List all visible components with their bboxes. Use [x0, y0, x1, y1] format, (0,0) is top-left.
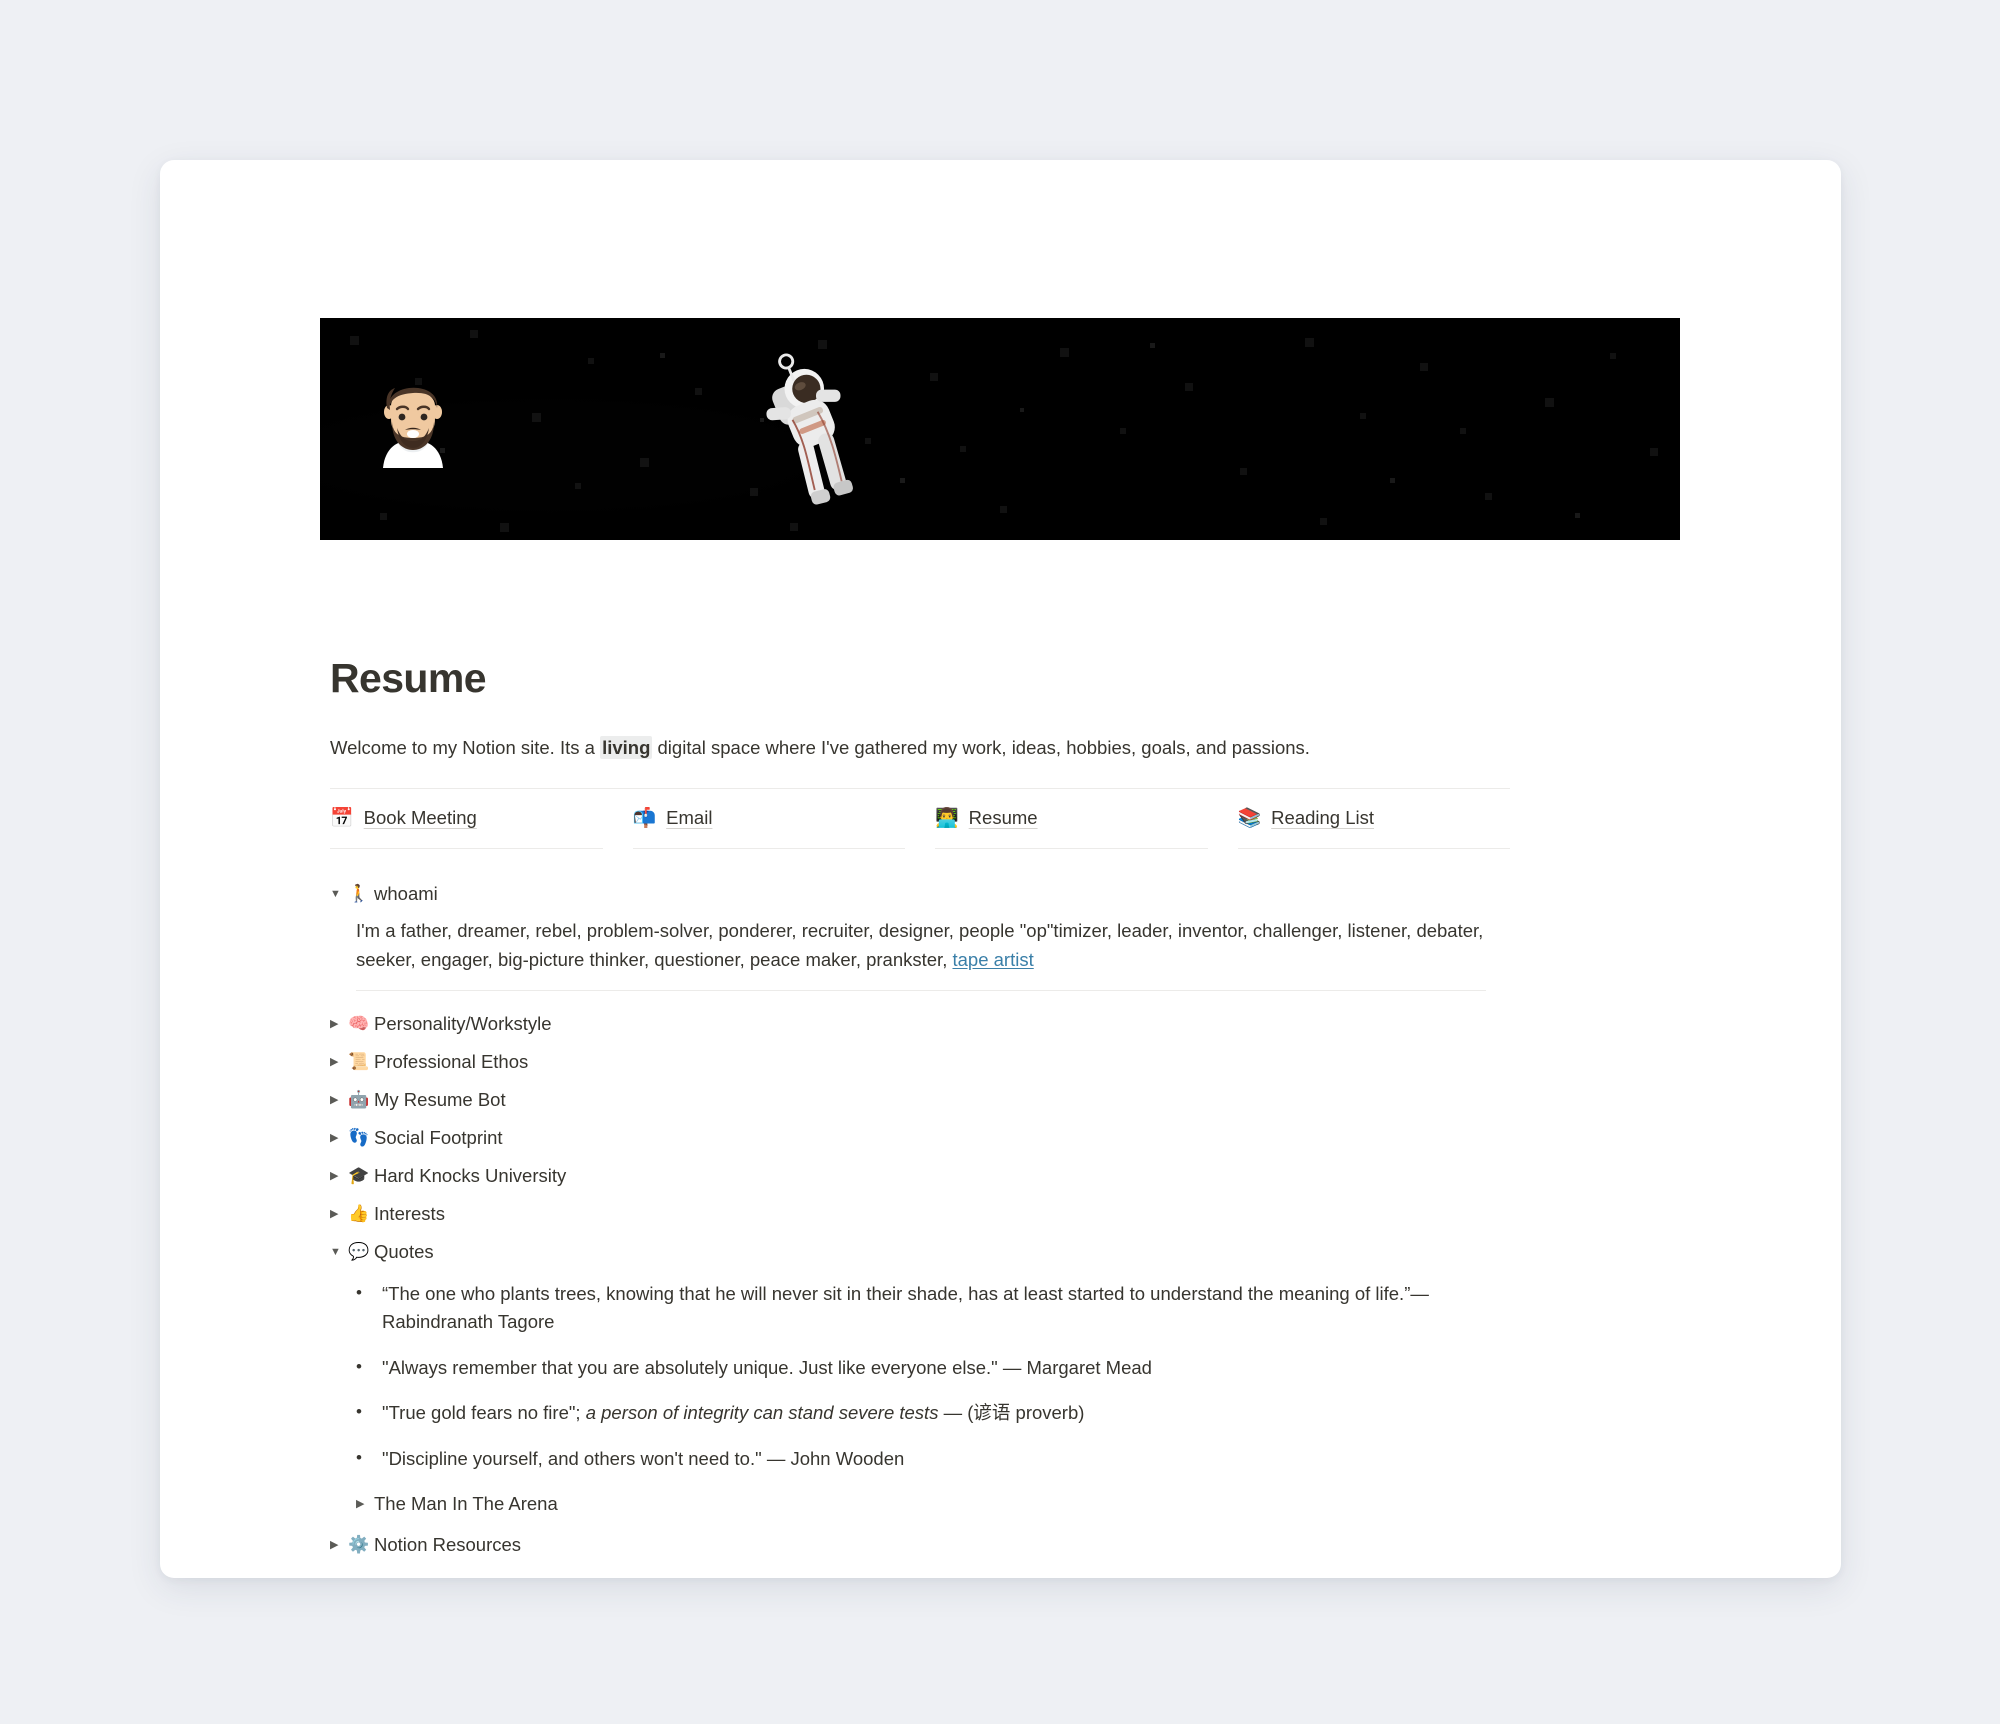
toggle-label: whoami — [374, 882, 438, 904]
page-title: Resume — [330, 655, 487, 701]
toggle-personality-workstyle[interactable]: ▶ 🧠 Personality/Workstyle — [330, 1005, 1510, 1043]
brain-icon: 🧠 — [348, 1014, 370, 1034]
walking-person-icon: 🚶 — [348, 883, 370, 903]
starfield-icon — [320, 318, 1680, 540]
mailbox-icon: 📬 — [632, 807, 657, 829]
toggle-hard-knocks-university[interactable]: ▶ 🎓 Hard Knocks University — [330, 1157, 1510, 1195]
page-cover-banner — [320, 318, 1680, 540]
books-icon: 📚 — [1237, 807, 1262, 829]
list-item: • "Discipline yourself, and others won't… — [356, 1436, 1510, 1482]
toggle-notion-resources[interactable]: ▶ ⚙️ Notion Resources — [330, 1526, 1510, 1564]
notion-page-card: Resume Welcome to my Notion site. Its a … — [160, 160, 1841, 1578]
toggle-label: Professional Ethos — [374, 1051, 529, 1073]
link-reading-list[interactable]: 📚 Reading List — [1238, 807, 1375, 829]
quick-link-col-resume: 👨‍💻 Resume — [935, 789, 1208, 849]
toggle-whoami[interactable]: ▼ 🚶 whoami — [330, 875, 1510, 913]
chevron-right-icon[interactable]: ▶ — [330, 1048, 348, 1076]
chevron-right-icon[interactable]: ▶ — [330, 1086, 348, 1114]
quote-text: "Discipline yourself, and others won't n… — [382, 1448, 905, 1470]
toggle-interests[interactable]: ▶ 👍 Interests — [330, 1195, 1510, 1233]
bullet-icon: • — [356, 1356, 362, 1376]
gear-icon: ⚙️ — [348, 1534, 370, 1554]
scroll-icon: 📜 — [348, 1052, 370, 1072]
toggle-the-man-in-the-arena[interactable]: ▶ The Man In The Arena — [356, 1482, 1510, 1526]
quote-text: “The one who plants trees, knowing that … — [382, 1283, 1429, 1332]
bullet-icon: • — [356, 1283, 362, 1303]
bullet-icon: • — [356, 1402, 362, 1422]
avatar-illustration-icon — [383, 387, 443, 468]
toggle-label: Quotes — [374, 1241, 434, 1263]
robot-icon: 🤖 — [348, 1090, 370, 1110]
intro-text-after: digital space where I've gathered my wor… — [652, 737, 1310, 759]
link-label: Book Meeting — [363, 807, 477, 829]
quotes-children: • “The one who plants trees, knowing tha… — [356, 1271, 1510, 1526]
chevron-right-icon[interactable]: ▶ — [330, 1162, 348, 1190]
list-item: • "Always remember that you are absolute… — [356, 1345, 1510, 1391]
quote-part-1: "True gold fears no fire"; — [382, 1402, 586, 1424]
toggle-list: ▼ 🚶 whoami I'm a father, dreamer, rebel,… — [330, 875, 1510, 1578]
technologist-icon: 👨‍💻 — [935, 807, 959, 829]
toggle-label: My Resume Bot — [374, 1089, 506, 1111]
intro-text-before: Welcome to my Notion site. Its a — [330, 737, 601, 759]
whoami-body: I'm a father, dreamer, rebel, problem-so… — [356, 917, 1486, 992]
list-item: • “The one who plants trees, knowing tha… — [356, 1271, 1510, 1345]
link-label: Email — [666, 807, 713, 829]
intro-highlight: living — [600, 736, 653, 760]
graduation-cap-icon: 🎓 — [348, 1166, 370, 1186]
page-content: Resume Welcome to my Notion site. Its a … — [330, 655, 1510, 1578]
toggle-my-resume-bot[interactable]: ▶ 🤖 My Resume Bot — [330, 1081, 1510, 1119]
quick-links-row: 📅 Book Meeting 📬 Email 👨‍💻 Resume — [330, 787, 1510, 849]
quote-text: "True gold fears no fire"; a person of i… — [382, 1399, 1084, 1427]
toggle-label: Personality/Workstyle — [374, 1013, 552, 1035]
quick-link-col-email: 📬 Email — [632, 789, 905, 849]
page-root: Resume Welcome to my Notion site. Its a … — [0, 0, 2000, 1724]
link-email[interactable]: 📬 Email — [633, 807, 713, 829]
chevron-right-icon[interactable]: ▶ — [330, 1531, 348, 1559]
thumbs-up-icon: 👍 — [348, 1204, 370, 1224]
list-item: • "True gold fears no fire"; a person of… — [356, 1390, 1510, 1436]
link-resume[interactable]: 👨‍💻 Resume — [935, 807, 1038, 829]
whoami-text: I'm a father, dreamer, rebel, problem-so… — [356, 919, 1484, 970]
toggle-social-footprint[interactable]: ▶ 👣 Social Footprint — [330, 1119, 1510, 1157]
avatar — [363, 368, 463, 468]
toggle-label: Hard Knocks University — [374, 1165, 567, 1187]
bullet-icon: • — [356, 1448, 362, 1468]
toggle-label: Social Footprint — [374, 1127, 503, 1149]
chevron-down-icon[interactable]: ▼ — [330, 880, 348, 908]
link-label: Resume — [968, 807, 1038, 829]
toggle-label: Interests — [374, 1203, 445, 1225]
speech-balloon-icon: 💬 — [348, 1242, 370, 1262]
toggle-label: The Man In The Arena — [374, 1492, 558, 1514]
quote-text: "Always remember that you are absolutely… — [382, 1356, 1152, 1378]
chevron-down-icon[interactable]: ▼ — [330, 1238, 348, 1266]
link-label: Reading List — [1271, 807, 1375, 829]
chevron-right-icon[interactable]: ▶ — [330, 1010, 348, 1038]
quote-part-2: — (谚语 proverb) — [938, 1402, 1085, 1424]
chevron-right-icon[interactable]: ▶ — [330, 1124, 348, 1152]
chevron-right-icon[interactable]: ▶ — [330, 1200, 348, 1228]
toggle-professional-ethos[interactable]: ▶ 📜 Professional Ethos — [330, 1043, 1510, 1081]
link-book-meeting[interactable]: 📅 Book Meeting — [330, 807, 477, 829]
footprints-icon: 👣 — [348, 1128, 370, 1148]
toggle-label: Notion Resources — [374, 1533, 522, 1555]
chevron-right-icon[interactable]: ▶ — [356, 1491, 374, 1517]
link-tape-artist[interactable]: tape artist — [952, 949, 1033, 970]
calendar-icon: 📅 — [330, 807, 354, 829]
toggle-quotes[interactable]: ▼ 💬 Quotes — [330, 1233, 1510, 1271]
quick-link-col-reading-list: 📚 Reading List — [1237, 789, 1510, 849]
intro-paragraph: Welcome to my Notion site. Its a living … — [330, 734, 1510, 762]
quote-italic: a person of integrity can stand severe t… — [585, 1402, 939, 1424]
quick-link-col-book-meeting: 📅 Book Meeting — [330, 789, 603, 849]
